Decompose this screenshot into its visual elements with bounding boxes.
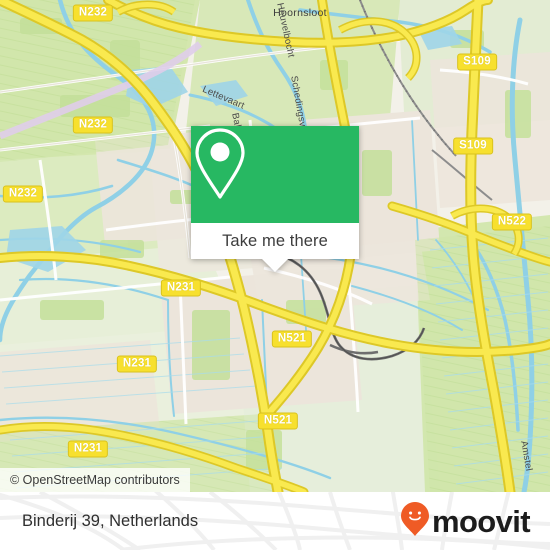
road-shield-s109-4: S109 (453, 137, 493, 155)
road-shield-n521-9: N521 (257, 412, 299, 430)
road-shield-n521-7: N521 (271, 330, 313, 348)
take-me-there-button[interactable]: Take me there (191, 223, 359, 259)
moovit-wordmark: moovit (431, 503, 531, 539)
moovit-location-share-card: N232 N232 N232 S109 S109 N522 N231 N521 N231 N521… (0, 0, 550, 550)
address-label: Binderij 39, Netherlands (22, 511, 199, 530)
footer-bar: Binderij 39, Netherlands moovit (0, 492, 550, 550)
road-shield-n232-0: N232 (72, 4, 114, 22)
take-me-there-label: Take me there (222, 231, 328, 250)
road-shield-n232-1: N232 (72, 116, 114, 134)
moovit-smiley-pin-icon (400, 501, 430, 542)
road-shield-n231-6: N231 (160, 279, 202, 297)
map-canvas[interactable]: N232 N232 N232 S109 S109 N522 N231 N521 N231 N521… (0, 0, 550, 492)
osm-attribution[interactable]: © OpenStreetMap contributors (0, 468, 190, 492)
road-shield-n232-2: N232 (2, 185, 44, 203)
road-shield-n231-10: N231 (67, 440, 109, 458)
road-shield-s109-3: S109 (457, 53, 497, 71)
popup-header (191, 126, 359, 223)
location-popup-card[interactable]: Take me there (191, 126, 359, 272)
moovit-logo[interactable]: moovit (400, 501, 531, 542)
popup-pointer-tail (262, 259, 288, 272)
road-shield-n231-8: N231 (116, 355, 158, 373)
road-shield-n522-5: N522 (491, 213, 533, 231)
